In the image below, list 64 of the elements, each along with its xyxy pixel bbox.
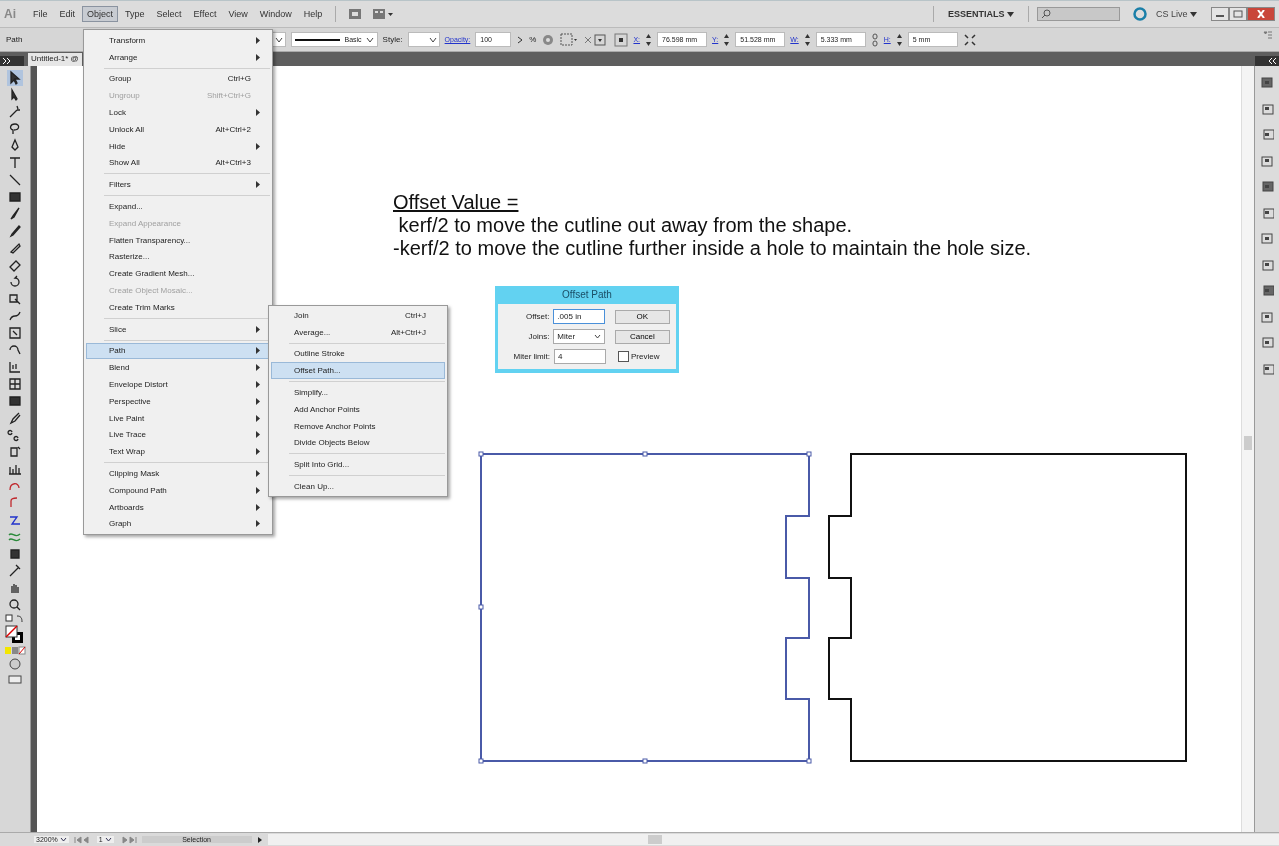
menu-item[interactable]: Split Into Grid...: [271, 456, 445, 474]
menu-item[interactable]: Edit: [54, 6, 81, 22]
menu-item[interactable]: Object: [82, 6, 119, 22]
menu-item[interactable]: Clean Up...: [271, 478, 445, 495]
menu-item[interactable]: Clipping Mask: [86, 465, 270, 482]
menu-item[interactable]: Expand...: [86, 198, 270, 215]
cs-live-button[interactable]: CS Live: [1150, 8, 1203, 20]
menu-item[interactable]: Unlock All Alt+Ctrl+2: [86, 121, 270, 138]
menu-item[interactable]: Filters: [86, 176, 270, 194]
miter-limit-label: Miter limit:: [512, 352, 550, 361]
menu-item[interactable]: Transform: [86, 32, 270, 49]
percent-label: %: [529, 35, 537, 44]
miter-limit-field[interactable]: 4: [554, 349, 606, 364]
menu-item[interactable]: Group Ctrl+G: [86, 70, 270, 88]
menu-item[interactable]: Envelope Distort: [86, 376, 270, 393]
menu-item[interactable]: Perspective: [86, 392, 270, 410]
note-heading: Offset Value =: [393, 191, 519, 214]
menu-item[interactable]: Offset Path...: [271, 362, 445, 380]
menu-item[interactable]: Outline Stroke: [271, 345, 445, 363]
menu-item[interactable]: Text Wrap: [86, 443, 270, 461]
joins-dropdown[interactable]: Miter: [553, 329, 605, 344]
dialog-title: Offset Path: [561, 288, 613, 302]
menu-item[interactable]: Lock: [86, 104, 270, 121]
app-logo: Ai: [4, 7, 16, 21]
menu-item[interactable]: Rasterize...: [86, 248, 270, 266]
menu-item[interactable]: Remove Anchor Points: [271, 417, 445, 435]
menu-item[interactable]: File: [28, 6, 53, 22]
menu-item[interactable]: Live Trace: [86, 426, 270, 444]
menu-item[interactable]: Hide: [86, 137, 270, 155]
menu-item[interactable]: Slice: [86, 320, 270, 338]
menu-item[interactable]: Add Anchor Points: [271, 401, 445, 418]
menu-item[interactable]: Flatten Transparency...: [86, 231, 270, 249]
menu-item[interactable]: Compound Path: [86, 481, 270, 499]
style-label: Style:: [382, 35, 403, 44]
menu-item[interactable]: Path: [86, 342, 270, 360]
menu-item[interactable]: Join Ctrl+J: [271, 307, 445, 324]
menu-item[interactable]: Effect: [188, 6, 222, 22]
note-text: kerf/2 to move the cutline out away from the shape.: [397, 214, 854, 237]
joins-label: Joins:: [527, 332, 550, 341]
menu-item[interactable]: Divide Objects Below: [271, 434, 445, 452]
menu-item[interactable]: Show All Alt+Ctrl+3: [86, 154, 270, 172]
menu-item[interactable]: Artboards: [86, 498, 270, 516]
menu-item[interactable]: Create Gradient Mesh...: [86, 265, 270, 283]
menu-item[interactable]: Select: [151, 6, 187, 22]
menu-item[interactable]: Blend: [86, 359, 270, 377]
menu-item[interactable]: Simplify...: [271, 384, 445, 401]
menu-item[interactable]: Arrange: [86, 48, 270, 66]
menu-item[interactable]: Window: [254, 6, 297, 22]
note-text: -kerf/2 to move the cutline further inside a hole to maintain the hole size.: [393, 237, 1032, 260]
offset-label: Offset:: [524, 312, 550, 321]
menu-item[interactable]: Average... Alt+Ctrl+J: [271, 323, 445, 341]
menu-item[interactable]: View: [223, 6, 253, 22]
workspace-switcher[interactable]: ESSENTIALS: [941, 8, 1020, 20]
document-tab[interactable]: Untitled-1* @: [28, 53, 82, 66]
offset-field[interactable]: .005 in: [553, 309, 605, 324]
selection-type-label: Path: [6, 35, 23, 44]
menu-item[interactable]: Help: [298, 6, 328, 22]
menu-item[interactable]: Type: [120, 6, 150, 22]
menu-item[interactable]: Create Trim Marks: [86, 298, 270, 316]
preview-label: Preview: [631, 352, 660, 361]
ok-button[interactable]: OK: [614, 309, 670, 324]
cancel-button[interactable]: Cancel: [614, 329, 670, 344]
menu-item[interactable]: Live Paint: [86, 409, 270, 427]
menu-item[interactable]: Graph: [86, 515, 270, 533]
